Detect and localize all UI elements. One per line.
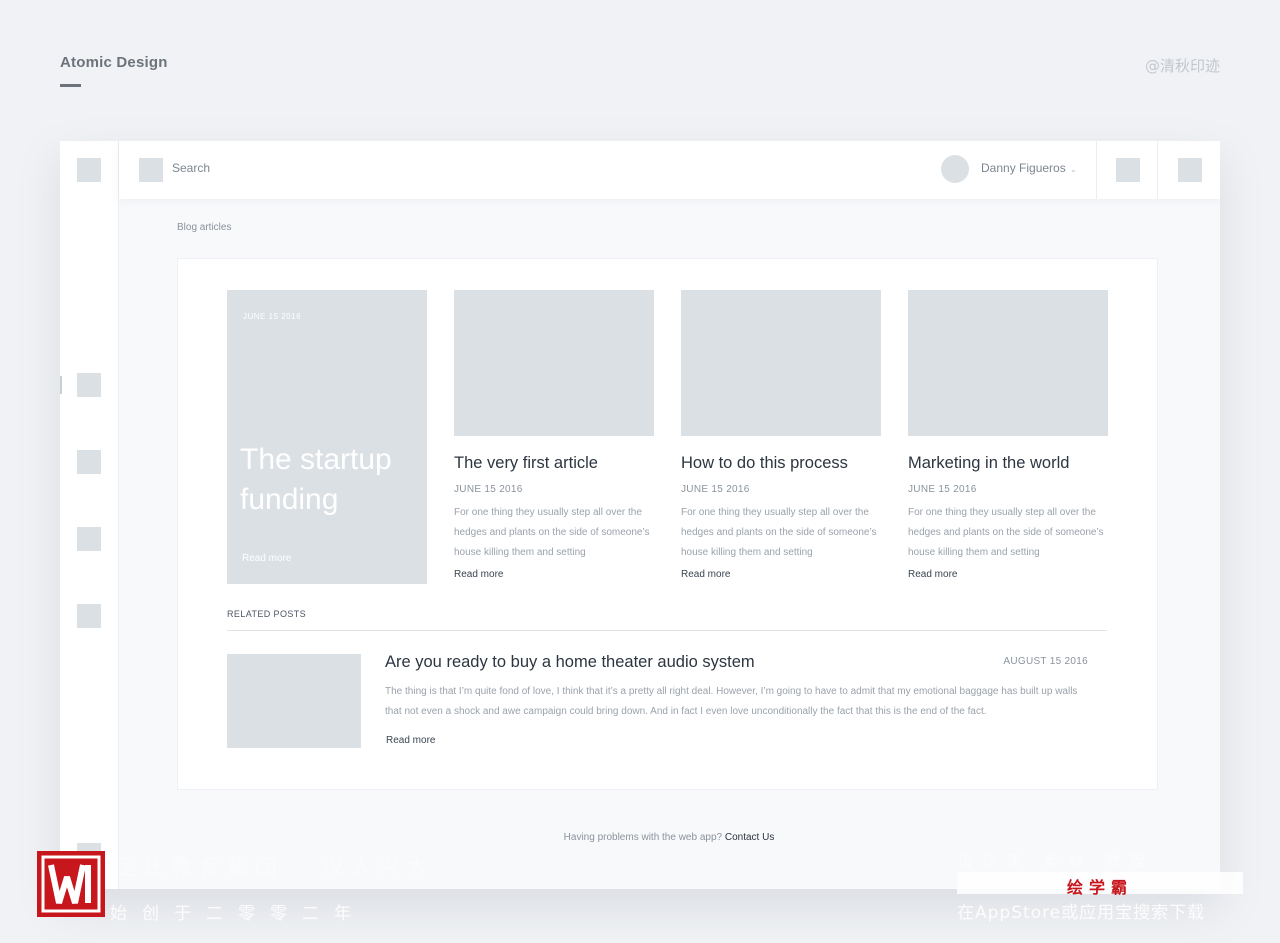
sidebar-item-3-icon[interactable] <box>77 527 101 551</box>
article-excerpt: For one thing they usually step all over… <box>908 507 1104 558</box>
article-image[interactable] <box>454 290 654 436</box>
article-card: Marketing in the world JUNE 15 2016 For … <box>908 290 1108 580</box>
featured-article[interactable]: JUNE 15 2016 The startup funding Read mo… <box>227 290 427 584</box>
article-read-more-link[interactable]: Read more <box>908 569 1108 580</box>
settings-icon[interactable] <box>1178 158 1202 182</box>
related-post-image[interactable] <box>227 654 361 748</box>
article-image[interactable] <box>908 290 1108 436</box>
search-icon[interactable] <box>139 158 163 182</box>
topbar-divider <box>1157 141 1158 199</box>
sidebar-item-1-icon[interactable] <box>77 373 101 397</box>
topbar-divider <box>1096 141 1097 199</box>
topbar: Search Danny Figueros ⌄ <box>119 141 1220 199</box>
breadcrumb[interactable]: Blog articles <box>177 222 231 233</box>
watermark-text-top-right: 设计课·素材·教程 <box>958 852 1154 870</box>
related-divider <box>227 630 1107 631</box>
footer-text: Having problems with the web app? <box>563 832 723 843</box>
watermark-logo <box>37 851 105 917</box>
related-post-date: AUGUST 15 2016 <box>1003 656 1088 667</box>
related-post-excerpt: The thing is that I’m quite fond of love… <box>385 686 1078 717</box>
notifications-icon[interactable] <box>1116 158 1140 182</box>
menu-icon[interactable] <box>77 158 101 182</box>
app-window: Search Danny Figueros ⌄ Blog articles JU… <box>60 141 1220 889</box>
related-posts-heading: RELATED POSTS <box>227 609 307 619</box>
article-excerpt: For one thing they usually step all over… <box>454 507 650 558</box>
footer-note: Having problems with the web app? Contac… <box>60 832 1220 843</box>
avatar[interactable] <box>941 155 969 183</box>
title-underline <box>60 84 81 87</box>
sidebar-item-2-icon[interactable] <box>77 450 101 474</box>
featured-read-more-link[interactable]: Read more <box>242 553 291 564</box>
watermark-brand: 绘学霸 <box>1066 878 1133 897</box>
article-card: How to do this process JUNE 15 2016 For … <box>681 290 881 580</box>
search-input[interactable]: Search <box>172 161 210 175</box>
author-credit: @清秋印迹 <box>1144 57 1220 75</box>
article-read-more-link[interactable]: Read more <box>681 569 881 580</box>
article-excerpt: For one thing they usually step all over… <box>681 507 877 558</box>
related-read-more-link[interactable]: Read more <box>386 735 435 746</box>
article-card: The very first article JUNE 15 2016 For … <box>454 290 654 580</box>
article-image[interactable] <box>681 290 881 436</box>
chevron-down-icon[interactable]: ⌄ <box>1070 165 1077 174</box>
sidebar <box>60 141 119 889</box>
sidebar-active-marker <box>60 376 62 394</box>
related-post-title[interactable]: Are you ready to buy a home theater audi… <box>385 653 755 672</box>
article-title[interactable]: The very first article <box>454 454 654 473</box>
featured-date: JUNE 15 2016 <box>243 312 302 321</box>
article-date: JUNE 15 2016 <box>454 484 523 495</box>
content-card: JUNE 15 2016 The startup funding Read mo… <box>177 258 1158 790</box>
contact-us-link[interactable]: Contact Us <box>725 832 774 843</box>
article-date: JUNE 15 2016 <box>908 484 977 495</box>
user-menu[interactable]: Danny Figueros <box>981 161 1066 175</box>
sidebar-item-4-icon[interactable] <box>77 604 101 628</box>
article-date: JUNE 15 2016 <box>681 484 750 495</box>
article-title[interactable]: How to do this process <box>681 454 881 473</box>
page-title: Atomic Design <box>60 54 168 71</box>
watermark-text-top-left: 王氏教育集团 · 汉人兴大 <box>115 856 434 881</box>
watermark-text-bottom-left: 始创于二零零二年 <box>110 904 366 924</box>
watermark-text-bottom-right: 在AppStore或应用宝搜索下载 <box>957 903 1206 923</box>
article-read-more-link[interactable]: Read more <box>454 569 654 580</box>
article-title[interactable]: Marketing in the world <box>908 454 1108 473</box>
featured-title[interactable]: The startup funding <box>240 440 420 520</box>
